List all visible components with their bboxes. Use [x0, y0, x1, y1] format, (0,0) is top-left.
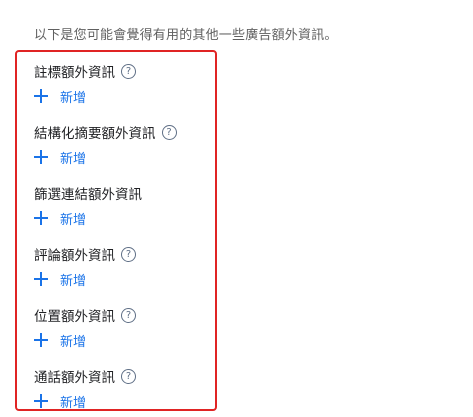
extension-title: 篩選連結額外資訊 [34, 187, 142, 203]
extensions-panel: 以下是您可能會覺得有用的其他一些廣告額外資訊。 註標額外資訊 ? 新增 結構化摘… [0, 0, 473, 417]
plus-icon [34, 89, 48, 103]
extension-review: 評論額外資訊 ? 新增 [34, 245, 212, 306]
plus-icon [34, 394, 48, 408]
add-label: 新增 [60, 334, 87, 350]
add-sitelink-button[interactable]: 新增 [34, 209, 212, 228]
extension-title-row: 結構化摘要額外資訊 ? [34, 123, 212, 142]
add-label: 新增 [60, 212, 87, 228]
plus-icon [34, 272, 48, 286]
add-label: 新增 [60, 395, 87, 411]
extension-sitelink: 篩選連結額外資訊 新增 [34, 184, 212, 245]
help-icon[interactable]: ? [121, 307, 136, 323]
help-icon[interactable]: ? [121, 368, 136, 384]
extension-title-row: 評論額外資訊 ? [34, 245, 212, 264]
add-call-button[interactable]: 新增 [34, 392, 212, 411]
add-label: 新增 [60, 90, 87, 106]
help-icon[interactable]: ? [121, 63, 136, 79]
extension-title-row: 篩選連結額外資訊 [34, 184, 212, 203]
extension-location: 位置額外資訊 ? 新增 [34, 306, 212, 367]
extension-call: 通話額外資訊 ? 新增 [34, 367, 212, 417]
extension-title-row: 註標額外資訊 ? [34, 62, 212, 81]
plus-icon [34, 211, 48, 225]
add-callout-button[interactable]: 新增 [34, 87, 212, 106]
help-icon[interactable]: ? [161, 124, 177, 140]
extension-title-row: 通話額外資訊 ? [34, 367, 212, 386]
extension-title-row: 位置額外資訊 ? [34, 306, 212, 325]
extension-structured-snippet: 結構化摘要額外資訊 ? 新增 [34, 123, 212, 184]
extension-title: 通話額外資訊 [34, 370, 115, 386]
extension-list: 註標額外資訊 ? 新增 結構化摘要額外資訊 ? 新增 篩選連結額外資訊 新增 評… [34, 62, 212, 417]
add-label: 新增 [60, 273, 87, 289]
add-review-button[interactable]: 新增 [34, 270, 212, 289]
extension-callout: 註標額外資訊 ? 新增 [34, 62, 212, 123]
plus-icon [34, 333, 48, 347]
intro-text: 以下是您可能會覺得有用的其他一些廣告額外資訊。 [34, 28, 338, 43]
extension-title: 結構化摘要額外資訊 [34, 126, 156, 142]
add-label: 新增 [60, 151, 87, 167]
extension-title: 位置額外資訊 [34, 309, 115, 325]
plus-icon [34, 150, 48, 164]
add-location-button[interactable]: 新增 [34, 331, 212, 350]
add-structured-snippet-button[interactable]: 新增 [34, 148, 212, 167]
extension-title: 註標額外資訊 [34, 65, 115, 81]
extension-title: 評論額外資訊 [34, 248, 115, 264]
help-icon[interactable]: ? [121, 246, 136, 262]
